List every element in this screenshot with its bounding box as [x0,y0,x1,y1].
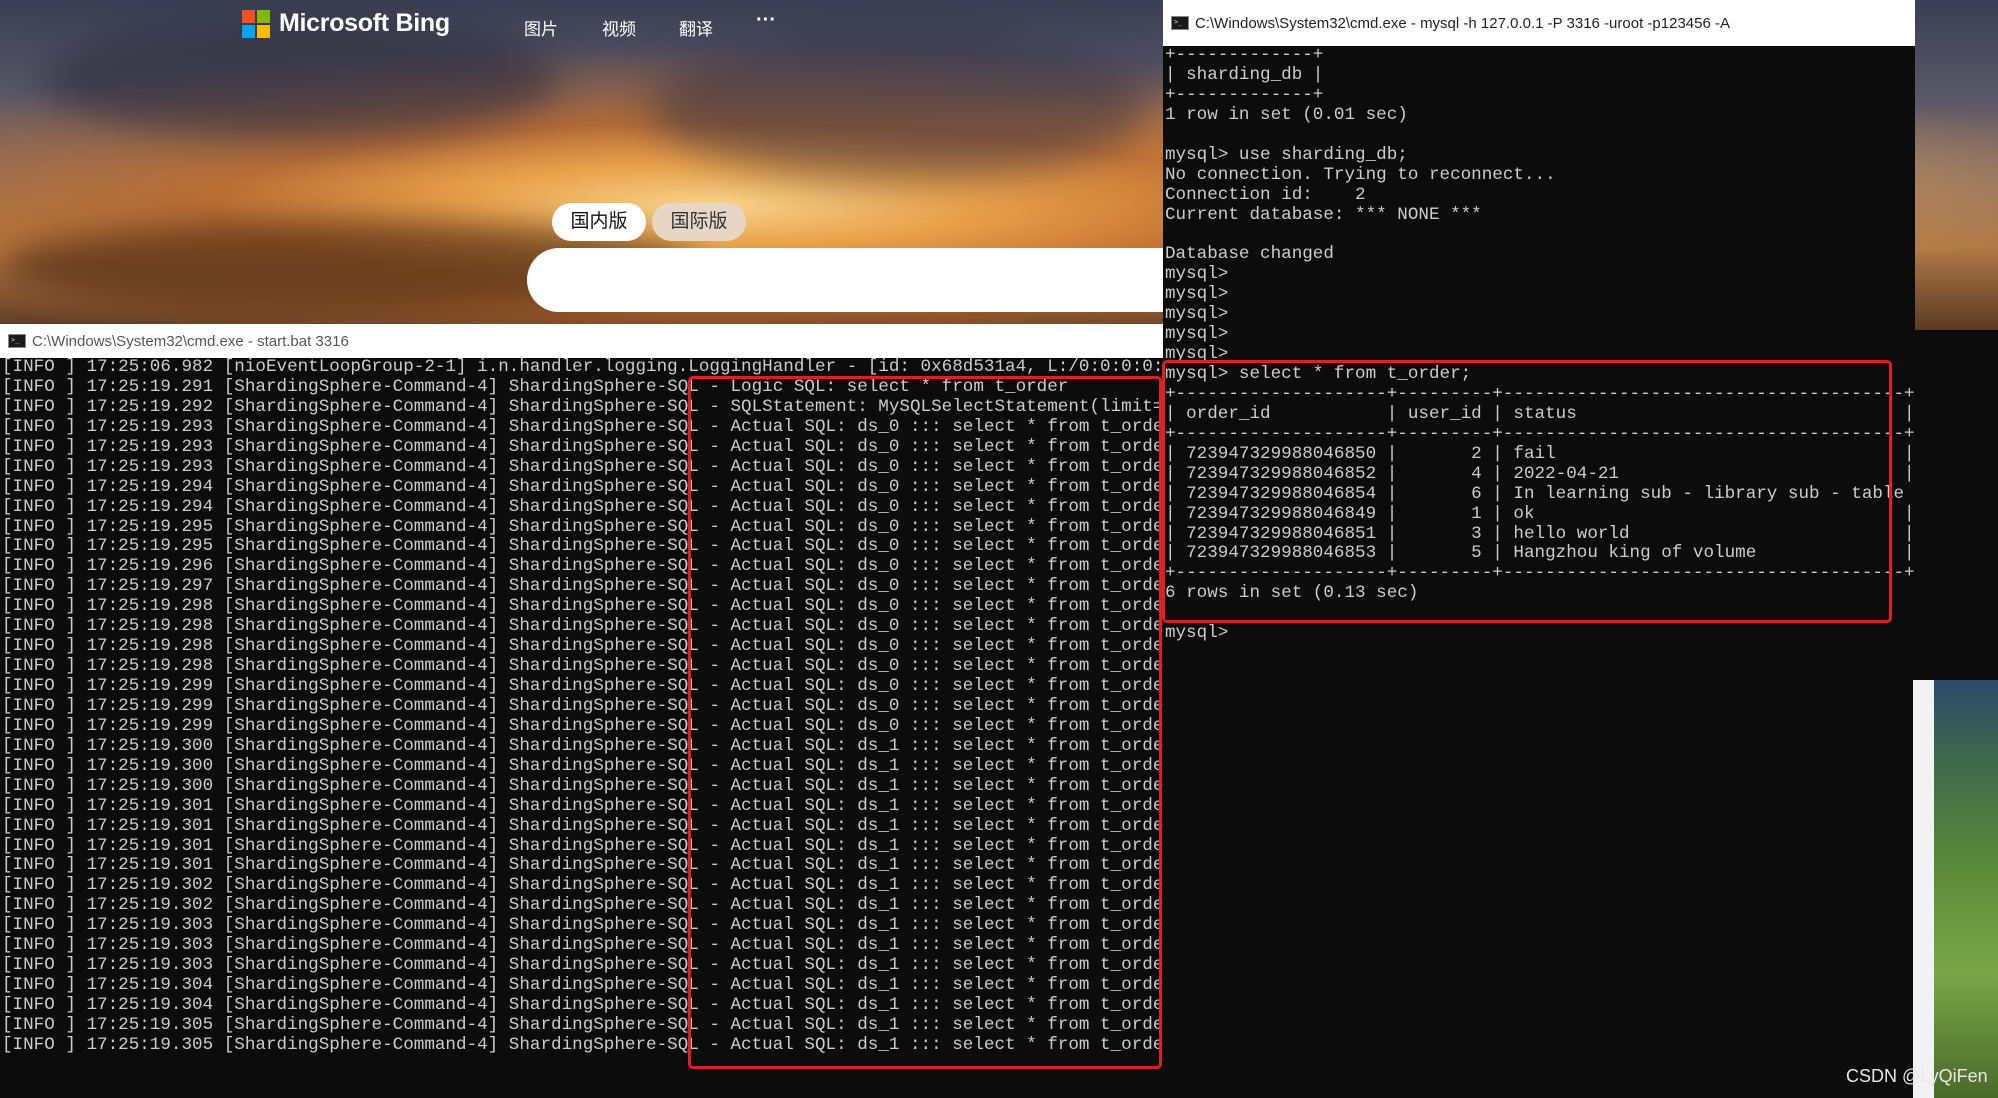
mysql-line: mysql> [1165,324,1229,345]
bing-logo[interactable]: Microsoft Bing [242,9,450,38]
nav-translate-link[interactable]: 翻译 [679,15,713,40]
mysql-line [1165,126,1915,146]
mysql-line: mysql> [1165,284,1229,305]
logo-square-blue [242,24,255,38]
microsoft-logo-icon [242,9,270,38]
cmd-icon [1171,16,1189,30]
log-line: [INFO ] 17:25:06.982 [nioEventLoopGroup-… [2,357,1163,377]
window-titlebar[interactable]: C:\Windows\System32\cmd.exe - mysql -h 1… [1163,0,1915,46]
mysql-line: mysql> [1165,623,1229,644]
cloud-shape [40,20,560,140]
window-title: C:\Windows\System32\cmd.exe - mysql -h 1… [1195,14,1730,32]
desktop-scenic-background [1934,680,1998,1098]
mysql-line: Database changed [1165,244,1334,265]
bing-title: Microsoft Bing [279,9,450,37]
window-title: C:\Windows\System32\cmd.exe - start.bat … [32,332,349,350]
cloud-shape [650,30,1150,180]
mysql-line: 1 row in set (0.01 sec) [1165,104,1408,125]
international-version-button[interactable]: 国际版 [652,203,746,241]
mysql-line: mysql> [1165,304,1229,325]
logo-square-red [242,9,255,23]
cmd-icon [8,334,26,348]
window-titlebar[interactable]: C:\Windows\System32\cmd.exe - start.bat … [0,324,1163,358]
logo-square-yellow [257,24,270,38]
mysql-line: +-------------+ [1165,84,1324,105]
logo-square-green [257,9,270,23]
desktop-background-edge [1913,680,1934,1098]
mysql-line: mysql> use sharding_db; [1165,144,1408,165]
mysql-line: Connection id: 2 [1165,184,1366,205]
mysql-line: +-------------+ [1165,45,1324,65]
mysql-line [1165,225,1915,245]
bing-search-input[interactable] [527,248,1227,312]
mysql-line: Current database: *** NONE *** [1165,204,1482,225]
highlight-box-query-result [1162,360,1892,623]
highlight-box-actual-sql [688,376,1162,1069]
domestic-version-button[interactable]: 国内版 [552,203,646,241]
watermark: CSDN @LyQiFen [1846,1066,1988,1086]
nav-more-icon[interactable]: ··· [756,9,776,32]
mysql-line: | sharding_db | [1165,64,1324,85]
mysql-line: No connection. Trying to reconnect... [1165,164,1556,185]
mysql-line: mysql> [1165,264,1229,285]
nav-videos-link[interactable]: 视频 [602,15,636,40]
nav-images-link[interactable]: 图片 [524,15,558,40]
